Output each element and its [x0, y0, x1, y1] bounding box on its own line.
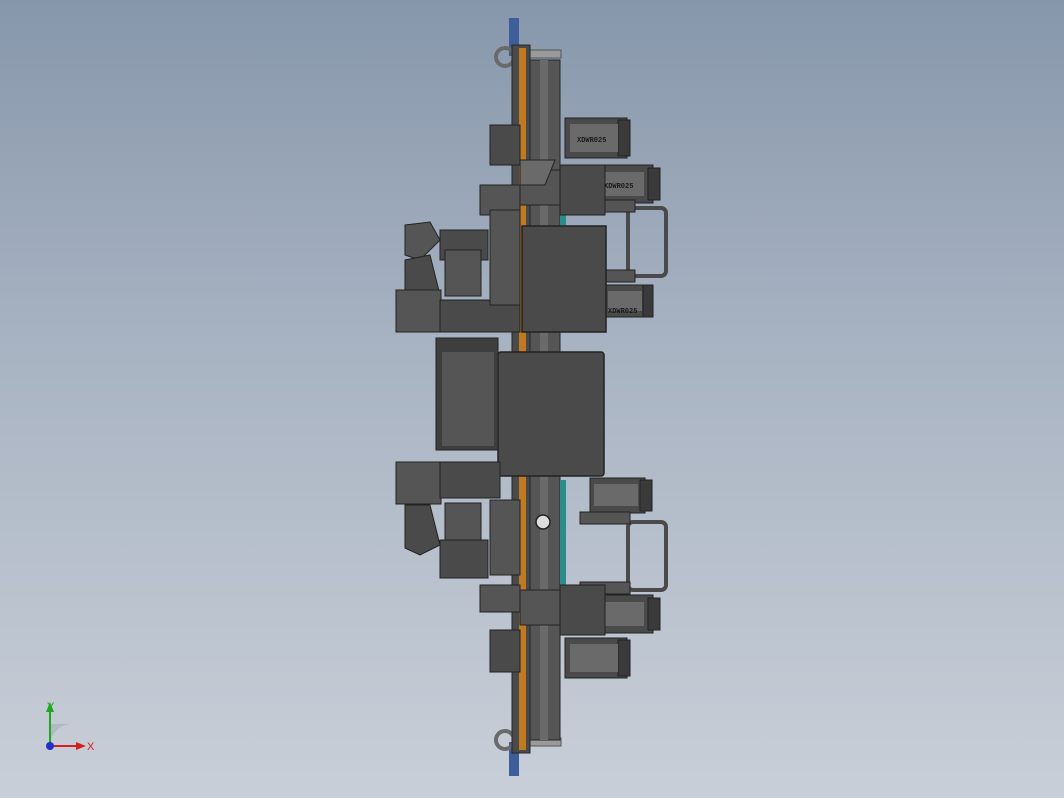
cylinder-stamp-mid: XDWR025	[604, 183, 633, 191]
x-axis-label: X	[87, 741, 95, 753]
fixture-model[interactable]: XDWR025 XDWR025 XDWR025	[0, 0, 1064, 798]
block-upper	[521, 225, 607, 333]
graphics-viewport[interactable]: XDWR025 XDWR025 XDWR025 Y X	[0, 0, 1064, 798]
teal-strip-bottom	[560, 480, 566, 590]
cylinder-stamp-top: XDWR025	[577, 137, 606, 145]
block-center	[497, 351, 605, 477]
cylinder-bottom	[564, 637, 631, 679]
handle-top	[626, 206, 668, 278]
handle-bottom	[626, 520, 668, 592]
orientation-triad: Y X	[46, 701, 95, 753]
gripper-lower	[395, 461, 521, 579]
lifting-eye-bottom	[494, 729, 516, 751]
cylinder-lower-mid	[589, 477, 653, 514]
gripper-upper	[395, 209, 521, 333]
lifting-eye-top	[494, 46, 516, 68]
y-axis-label: Y	[47, 701, 55, 713]
cylinder-middle: XDWR025	[604, 284, 654, 318]
cylinder-top: XDWR025	[564, 117, 631, 159]
cylinder-stamp-low: XDWR025	[608, 308, 637, 316]
